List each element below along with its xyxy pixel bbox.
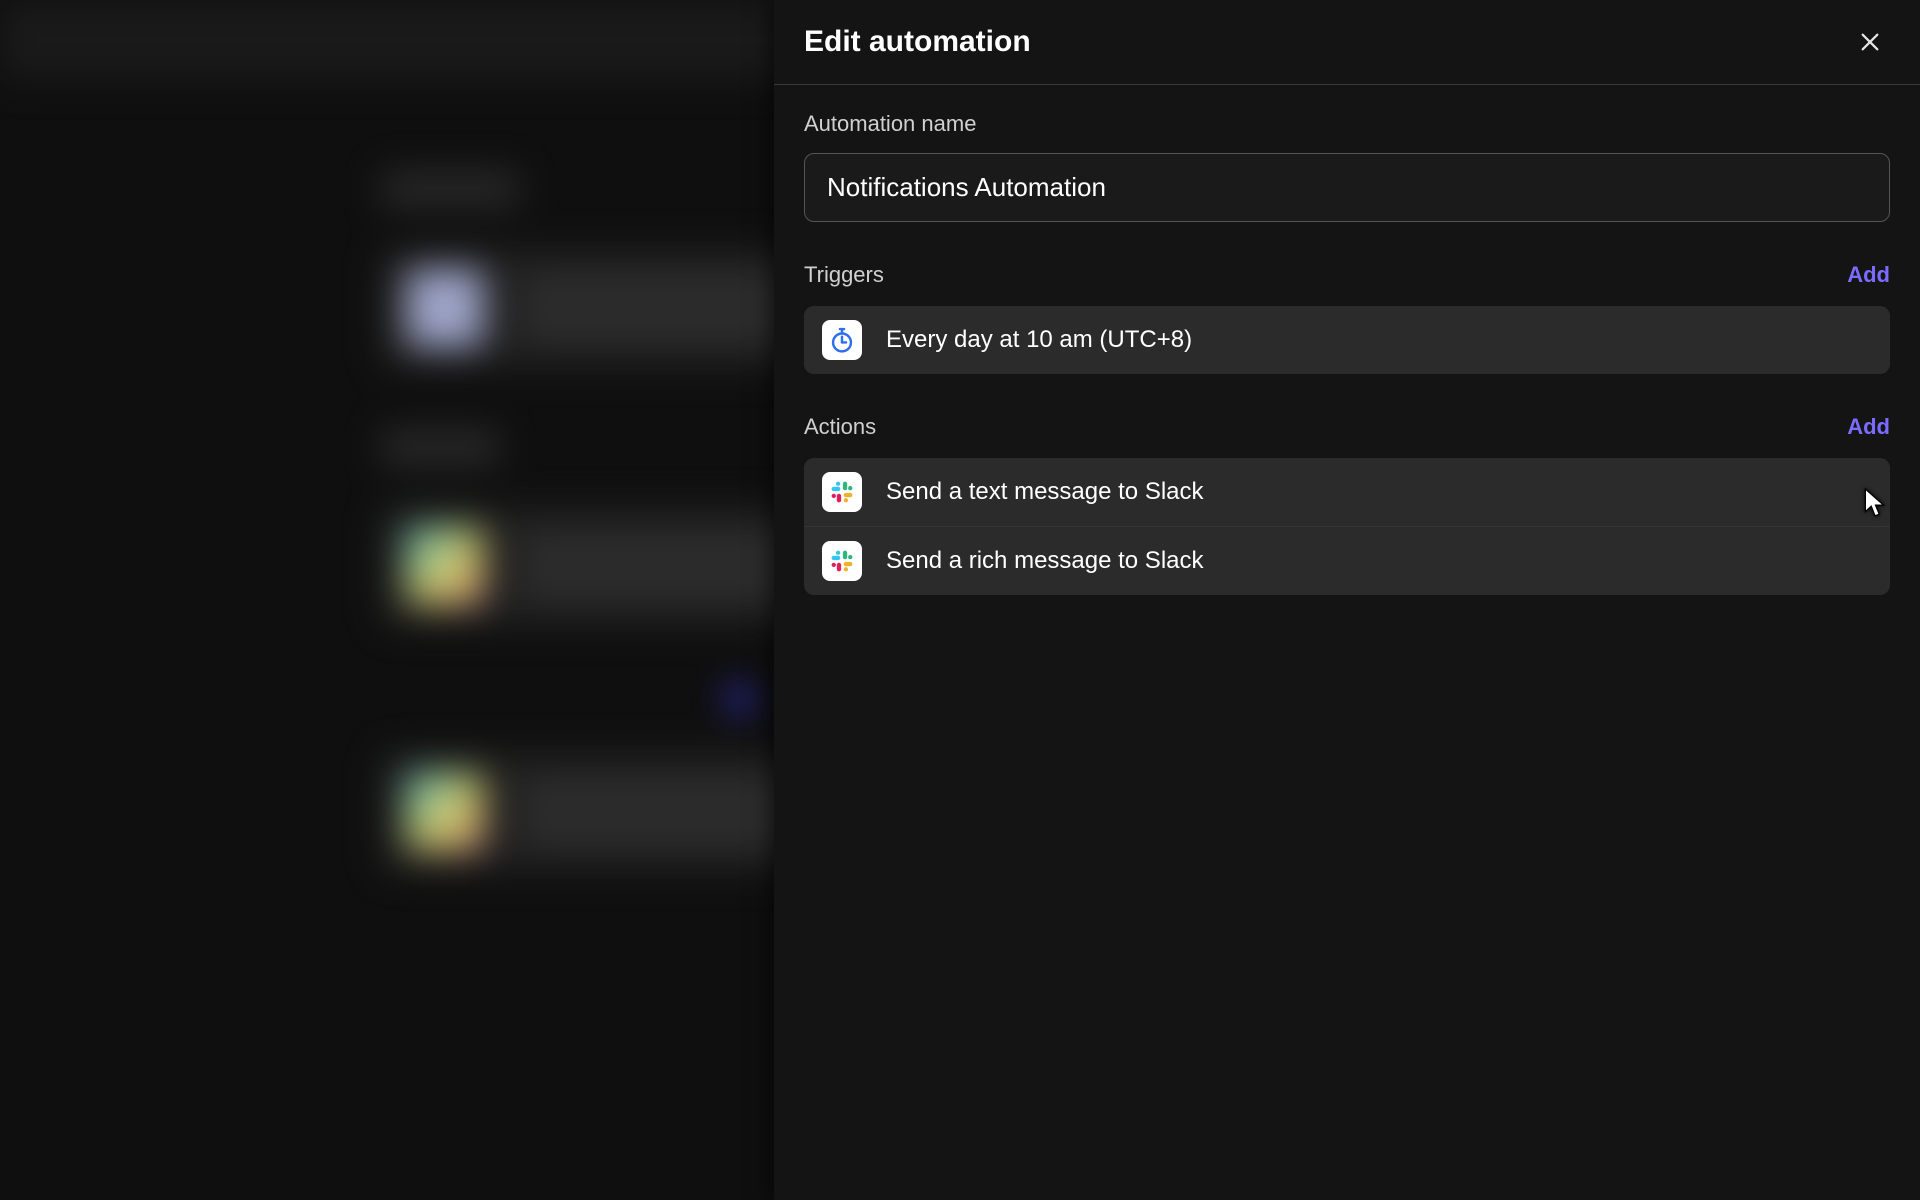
slack-icon bbox=[822, 541, 862, 581]
add-trigger-button[interactable]: Add bbox=[1847, 262, 1890, 288]
trigger-row[interactable]: Every day at 10 am (UTC+8) bbox=[804, 306, 1890, 374]
automation-name-label: Automation name bbox=[804, 111, 1890, 137]
close-icon bbox=[1859, 31, 1881, 53]
action-label: Send a rich message to Slack bbox=[886, 547, 1204, 575]
triggers-section: Triggers Add Every day at 10 am (UTC bbox=[804, 262, 1890, 374]
close-button[interactable] bbox=[1850, 22, 1890, 62]
action-row[interactable]: Send a text message to Slack bbox=[804, 458, 1890, 526]
schedule-icon bbox=[822, 320, 862, 360]
slack-icon bbox=[822, 472, 862, 512]
automation-name-input[interactable] bbox=[804, 153, 1890, 222]
panel-title: Edit automation bbox=[804, 25, 1031, 59]
action-label: Send a text message to Slack bbox=[886, 478, 1204, 506]
triggers-list: Every day at 10 am (UTC+8) bbox=[804, 306, 1890, 374]
actions-list: Send a text message to Slack bbox=[804, 458, 1890, 595]
add-action-button[interactable]: Add bbox=[1847, 414, 1890, 440]
actions-section: Actions Add bbox=[804, 414, 1890, 595]
triggers-header: Triggers Add bbox=[804, 262, 1890, 288]
actions-title: Actions bbox=[804, 414, 876, 440]
edit-automation-panel: Edit automation Automation name Triggers… bbox=[774, 0, 1920, 1200]
triggers-title: Triggers bbox=[804, 262, 884, 288]
panel-body: Automation name Triggers Add bbox=[774, 85, 1920, 1200]
actions-header: Actions Add bbox=[804, 414, 1890, 440]
trigger-label: Every day at 10 am (UTC+8) bbox=[886, 326, 1192, 354]
panel-header: Edit automation bbox=[774, 0, 1920, 85]
action-row[interactable]: Send a rich message to Slack bbox=[804, 526, 1890, 595]
